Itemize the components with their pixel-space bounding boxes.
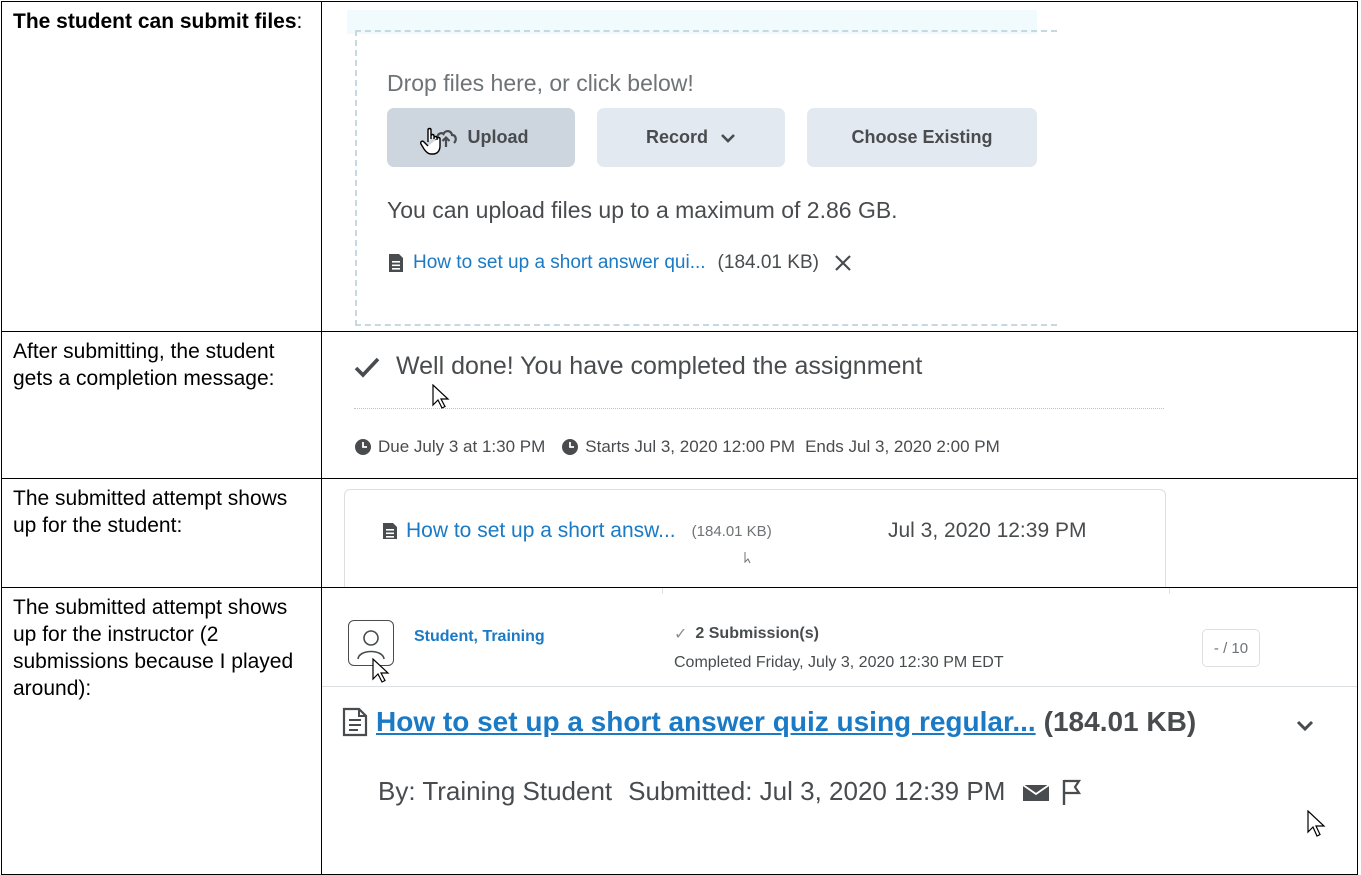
- row-label-rest: :: [296, 10, 303, 33]
- flag-icon[interactable]: [1061, 778, 1085, 806]
- submission-count[interactable]: ✓ 2 Submission(s): [674, 624, 819, 644]
- chevron-down-icon: [721, 133, 735, 143]
- row-label-submit: The student can submit files:: [1, 1, 322, 332]
- document-icon: [389, 254, 403, 272]
- end-date: Ends Jul 3, 2020 2:00 PM: [805, 437, 1000, 456]
- submission-row: Student, Training ✓ 2 Submission(s) Comp…: [322, 594, 1357, 687]
- upload-limit-text: You can upload files up to a maximum of …: [387, 197, 898, 223]
- attached-file: How to set up a short answer qui... (184…: [387, 252, 853, 274]
- arrow-cursor-icon: [432, 384, 450, 409]
- attempt-file-link[interactable]: How to set up a short answ...: [406, 519, 676, 543]
- attempt-date: Jul 3, 2020 12:39 PM: [888, 519, 1087, 542]
- choose-existing-label: Choose Existing: [851, 127, 993, 147]
- email-icon[interactable]: [1021, 781, 1051, 803]
- submitted-date: Submitted: Jul 3, 2020 12:39 PM: [628, 776, 1006, 806]
- document-icon: [383, 523, 397, 539]
- attached-file-size: (184.01 KB): [717, 252, 819, 273]
- score-field[interactable]: - / 10: [1202, 629, 1260, 667]
- document-table: The student can submit files: Drop files…: [1, 1, 1358, 875]
- record-button-label: Record: [645, 127, 708, 147]
- hand-cursor-icon: [420, 127, 441, 155]
- arrow-cursor-icon: [744, 552, 751, 564]
- clock-icon: [355, 439, 371, 455]
- arrow-cursor-icon: [1307, 810, 1326, 837]
- submission-file-size: (184.01 KB): [1043, 706, 1197, 737]
- dropzone-cell: Drop files here, or click below! Upload …: [321, 1, 1358, 332]
- record-button[interactable]: Record: [597, 108, 785, 167]
- due-date: Due July 3 at 1:30 PM: [378, 437, 546, 456]
- completed-date: Completed Friday, July 3, 2020 12:30 PM …: [674, 654, 1004, 671]
- arrow-cursor-icon: [372, 658, 390, 683]
- attempt-file-size: (184.01 KB): [691, 522, 772, 540]
- upload-button-label: Upload: [467, 127, 529, 147]
- dropzone-title: Drop files here, or click below!: [387, 70, 694, 96]
- submission-file-link[interactable]: How to set up a short answer quiz using …: [376, 706, 1036, 738]
- row-label-instructor: The submitted attempt shows up for the i…: [1, 587, 322, 875]
- attempt-file: How to set up a short answ... (184.01 KB…: [382, 519, 772, 543]
- submitted-by: By: Training Student: [378, 776, 613, 806]
- chevron-down-icon[interactable]: [1294, 718, 1316, 732]
- instructor-cell: Student, Training ✓ 2 Submission(s) Comp…: [321, 587, 1358, 875]
- clock-icon: [562, 439, 579, 455]
- document-outline-icon: [342, 707, 368, 737]
- check-icon: ✓: [674, 626, 688, 643]
- submission-file: How to set up a short answer quiz using …: [342, 706, 1196, 738]
- start-date: Starts Jul 3, 2020 12:00 PM: [585, 437, 796, 456]
- student-name-link[interactable]: Student, Training: [414, 628, 545, 646]
- row-label-student-attempt: The submitted attempt shows up for the s…: [1, 478, 322, 588]
- completion-message-text: Well done! You have completed the assign…: [396, 352, 923, 380]
- remove-file-close-icon[interactable]: [833, 253, 853, 273]
- upload-button[interactable]: Upload: [387, 108, 575, 167]
- completion-message: Well done! You have completed the assign…: [354, 352, 922, 381]
- completion-cell: Well done! You have completed the assign…: [321, 331, 1358, 479]
- attached-file-link[interactable]: How to set up a short answer qui...: [413, 252, 706, 274]
- submission-meta: By: Training Student Submitted: Jul 3, 2…: [378, 776, 1085, 807]
- dropzone[interactable]: Drop files here, or click below! Upload …: [355, 30, 1057, 326]
- submission-count-text: 2 Submission(s): [695, 625, 819, 642]
- row-label-bold: The student can submit files: [13, 10, 297, 33]
- student-attempt-cell: How to set up a short answ... (184.01 KB…: [321, 478, 1358, 588]
- assignment-dates: Due July 3 at 1:30 PM Starts Jul 3, 2020…: [354, 437, 1000, 457]
- choose-existing-button[interactable]: Choose Existing: [807, 108, 1037, 167]
- divider: [354, 408, 1164, 409]
- row-label-completion: After submitting, the student gets a com…: [1, 331, 322, 479]
- checkmark-icon: [354, 357, 380, 378]
